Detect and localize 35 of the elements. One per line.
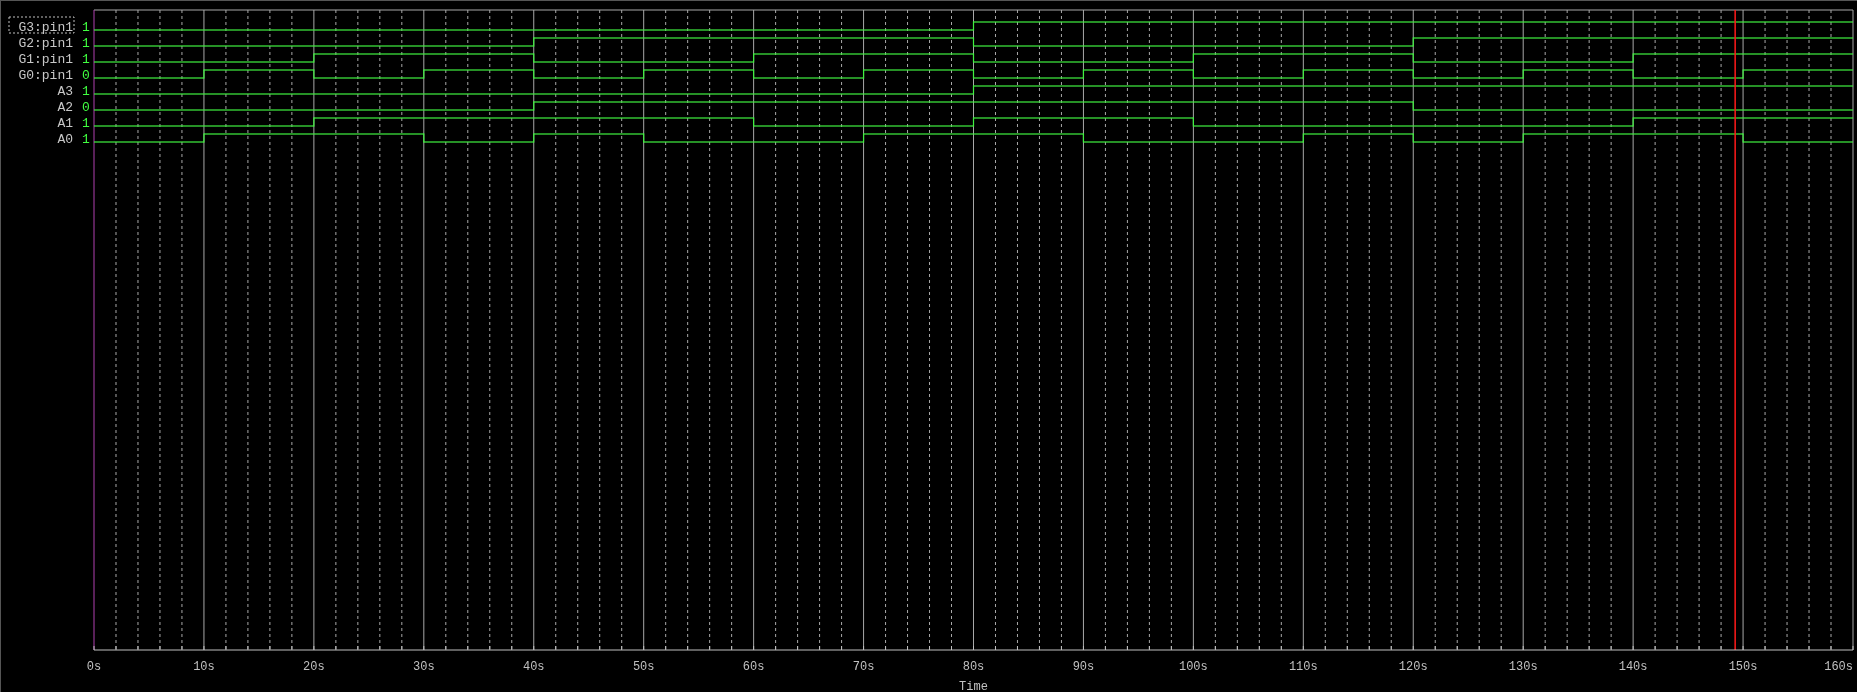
signal-value: 1: [82, 84, 90, 99]
tick-label: 40s: [522, 660, 545, 674]
tick-label: 110s: [1288, 660, 1318, 674]
tick-label: 150s: [1728, 660, 1758, 674]
signal-value: 1: [82, 20, 90, 35]
cursor-line[interactable]: [1734, 10, 1736, 650]
tick-label: 50s: [632, 660, 655, 674]
signal-name[interactable]: G0:pin1: [18, 68, 73, 83]
signal-value: 0: [82, 100, 90, 115]
tick-label: 30s: [413, 660, 435, 674]
tick-label: 0s: [86, 660, 102, 674]
signal-value: 1: [82, 132, 90, 147]
tick-label: 60s: [742, 660, 765, 674]
signal-value: 1: [82, 52, 90, 67]
signal-name[interactable]: A1: [57, 116, 73, 131]
tick-label: 90s: [1072, 660, 1095, 674]
signal-value: 1: [82, 36, 90, 51]
tick-label: 20s: [303, 660, 325, 674]
tick-label: 130s: [1508, 660, 1538, 674]
tick-label: 10s: [193, 660, 215, 674]
signal-name[interactable]: A3: [57, 84, 73, 99]
signal-name[interactable]: G3:pin1: [8, 16, 75, 35]
tick-label: 140s: [1618, 660, 1648, 674]
tick-label: 160s: [1824, 660, 1853, 674]
tick-label: 120s: [1398, 660, 1428, 674]
signal-name[interactable]: G1:pin1: [18, 52, 73, 67]
signal-value: 1: [82, 116, 90, 131]
tick-label: 70s: [852, 660, 875, 674]
signal-name[interactable]: A2: [57, 100, 73, 115]
axis-title: Time: [959, 680, 988, 692]
signal-name[interactable]: A0: [57, 132, 73, 147]
signal-name[interactable]: G2:pin1: [18, 36, 73, 51]
tick-label: 80s: [962, 660, 985, 674]
signal-value: 0: [82, 68, 90, 83]
tick-label: 100s: [1178, 660, 1208, 674]
